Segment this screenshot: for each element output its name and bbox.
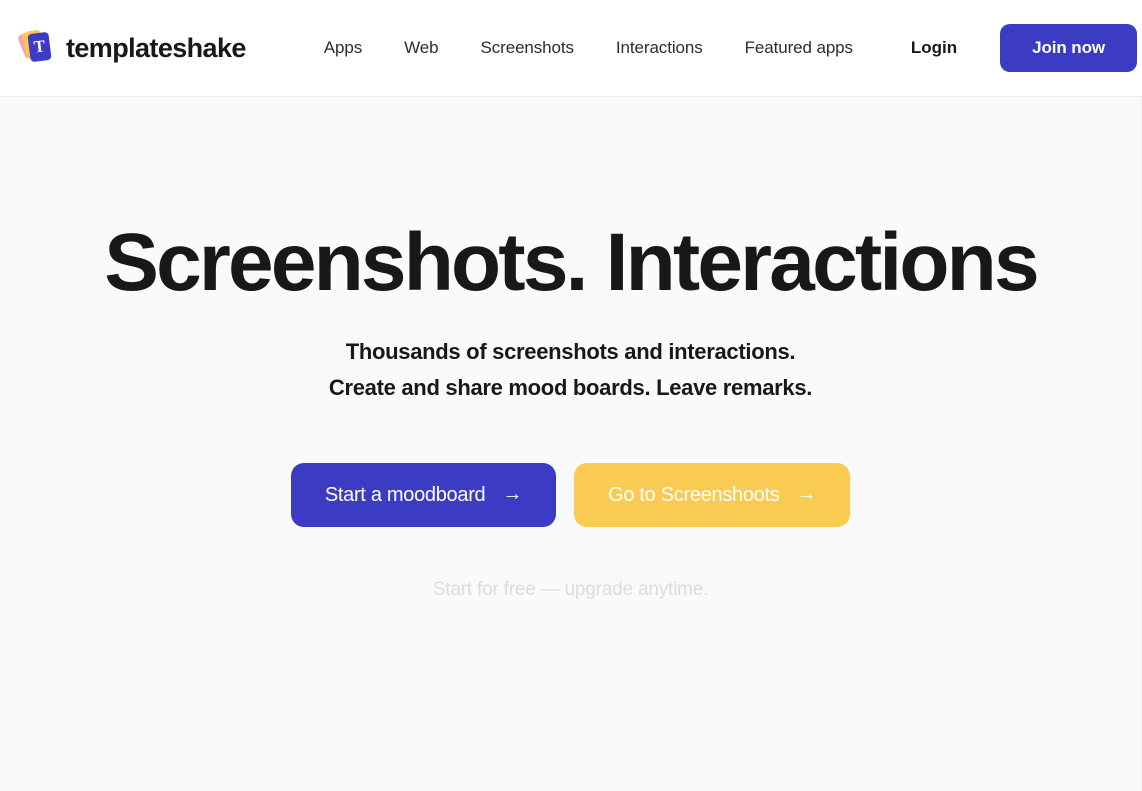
hero-free-note: Start for free — upgrade anytime.: [432, 579, 709, 601]
start-moodboard-label: Start a moodboard: [324, 483, 486, 506]
main-navigation: Apps Web Screenshots Interactions Featur…: [324, 32, 853, 64]
hero-section: Screenshots. Interactions Thousands of s…: [0, 97, 1142, 791]
nav-item-screenshots[interactable]: Screenshots: [481, 32, 575, 64]
hero-cta-group: Start a moodboard → Go to Screenshoots →: [290, 463, 851, 528]
brand-logo-link[interactable]: T templateshake: [16, 29, 246, 67]
header-actions: Login Join now: [911, 24, 1142, 72]
hero-subtitle-line-1: Thousands of screenshots and interaction…: [345, 339, 796, 364]
go-to-screenshots-label: Go to Screenshoots: [608, 483, 780, 506]
hero-subtitle: Thousands of screenshots and interaction…: [328, 334, 813, 405]
nav-item-web[interactable]: Web: [404, 32, 438, 64]
go-to-screenshots-button[interactable]: Go to Screenshoots →: [574, 463, 851, 528]
page-root: T templateshake Apps Web Screenshots Int…: [0, 0, 1142, 791]
nav-item-featured-apps[interactable]: Featured apps: [745, 32, 853, 64]
logo-letter: T: [32, 36, 47, 57]
login-link[interactable]: Login: [911, 38, 957, 58]
nav-item-interactions[interactable]: Interactions: [616, 32, 703, 64]
arrow-right-icon: →: [796, 483, 817, 506]
nav-item-apps[interactable]: Apps: [324, 32, 362, 64]
hero-title: Screenshots. Interactions: [104, 217, 1039, 308]
logo-card-front: T: [27, 31, 52, 63]
join-now-button[interactable]: Join now: [1000, 24, 1137, 72]
brand-name: templateshake: [66, 32, 246, 63]
start-moodboard-button[interactable]: Start a moodboard →: [290, 463, 557, 528]
templateshake-logo-icon: T: [16, 29, 56, 67]
arrow-right-icon: →: [502, 483, 523, 506]
hero-subtitle-line-2: Create and share mood boards. Leave rema…: [328, 374, 813, 400]
site-header: T templateshake Apps Web Screenshots Int…: [0, 0, 1142, 97]
